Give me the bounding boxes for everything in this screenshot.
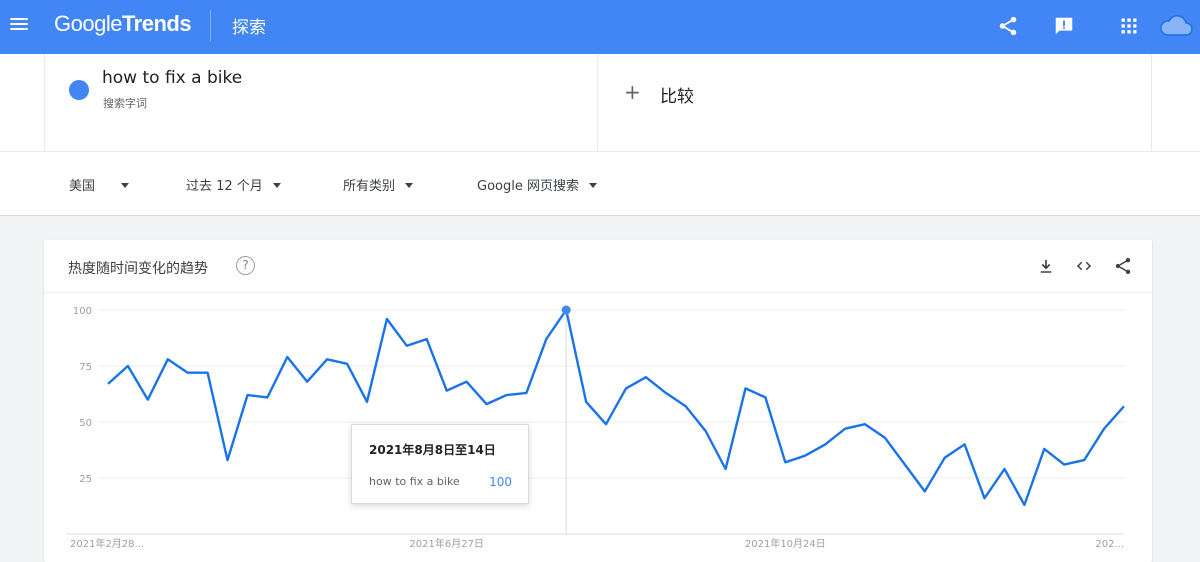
y-tick-label: 50 [79, 418, 92, 429]
x-tick-label: 2021年2月28... [70, 537, 144, 550]
data-point[interactable] [225, 457, 231, 463]
data-point[interactable] [842, 426, 848, 432]
data-point[interactable] [742, 385, 748, 391]
data-point[interactable] [782, 459, 788, 465]
data-point[interactable] [484, 401, 490, 407]
data-point[interactable] [1121, 403, 1127, 409]
data-point[interactable] [543, 336, 549, 342]
data-point[interactable] [105, 381, 111, 387]
data-point[interactable] [663, 390, 669, 396]
data-point[interactable] [284, 354, 290, 360]
data-point[interactable] [583, 399, 589, 405]
data-point[interactable] [1081, 457, 1087, 463]
tooltip-date: 2021年8月8日至14日 [369, 443, 496, 457]
data-point[interactable] [942, 455, 948, 461]
data-point[interactable] [802, 453, 808, 459]
data-point[interactable] [264, 394, 270, 400]
data-point[interactable] [1001, 466, 1007, 472]
data-point[interactable] [982, 495, 988, 501]
data-point[interactable] [324, 356, 330, 362]
data-point[interactable] [882, 435, 888, 441]
data-point[interactable] [922, 488, 928, 494]
data-point[interactable] [1061, 462, 1067, 468]
y-tick-label: 75 [79, 362, 92, 373]
data-point[interactable] [703, 428, 709, 434]
data-point[interactable] [962, 441, 968, 447]
data-point[interactable] [822, 441, 828, 447]
data-point[interactable] [404, 343, 410, 349]
data-point[interactable] [1101, 426, 1107, 432]
data-point[interactable] [344, 361, 350, 367]
tooltip-value: 100 [489, 475, 512, 489]
data-point[interactable] [1021, 502, 1027, 508]
series-line [107, 308, 1125, 507]
data-point[interactable] [464, 379, 470, 385]
y-tick-label: 25 [79, 474, 92, 485]
data-point[interactable] [603, 421, 609, 427]
chart-tooltip: 2021年8月8日至14日 how to fix a bike 100 [351, 424, 529, 504]
data-point[interactable] [205, 370, 211, 376]
x-tick-label: 202... [1095, 539, 1124, 550]
data-point[interactable] [424, 336, 430, 342]
data-point[interactable] [364, 399, 370, 405]
data-point[interactable] [304, 379, 310, 385]
data-point[interactable] [145, 397, 151, 403]
data-point[interactable] [1041, 446, 1047, 452]
data-point[interactable] [762, 394, 768, 400]
data-point[interactable] [125, 363, 131, 369]
data-point[interactable] [683, 403, 689, 409]
tooltip-term: how to fix a bike [369, 475, 460, 488]
data-point[interactable] [862, 421, 868, 427]
data-point[interactable] [902, 462, 908, 468]
x-tick-label: 2021年6月27日 [409, 537, 484, 550]
data-point[interactable] [384, 316, 390, 322]
x-tick-label: 2021年10月24日 [745, 537, 826, 550]
data-point[interactable] [503, 392, 509, 398]
highlight-point[interactable] [561, 305, 571, 315]
data-point[interactable] [623, 385, 629, 391]
trend-chart: 100 75 50 25 2021年2月28... 2021年6月27日 2021年10月2… [66, 305, 1127, 550]
data-point[interactable] [723, 466, 729, 472]
data-point[interactable] [643, 374, 649, 380]
data-point[interactable] [523, 390, 529, 396]
y-tick-label: 100 [73, 306, 92, 317]
data-point[interactable] [244, 392, 250, 398]
data-point[interactable] [165, 356, 171, 362]
data-point[interactable] [185, 370, 191, 376]
data-point[interactable] [444, 388, 450, 394]
